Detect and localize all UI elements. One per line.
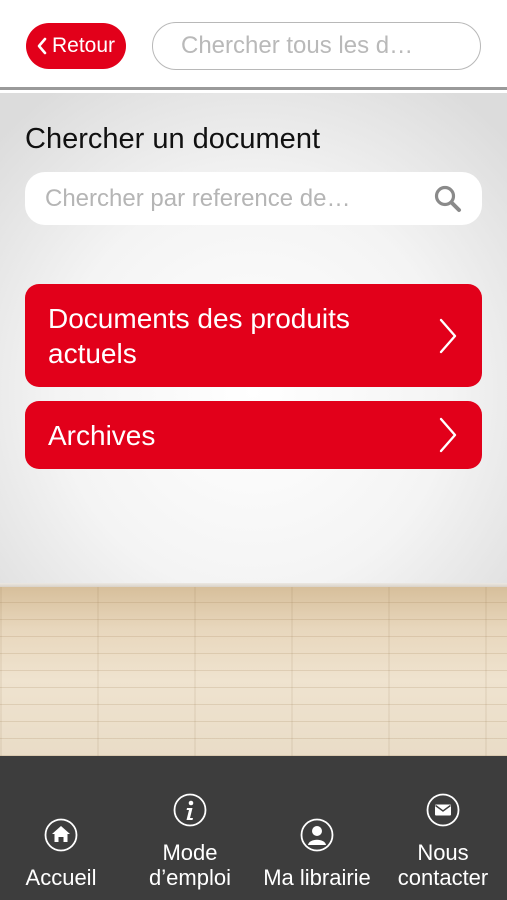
chevron-right-icon — [436, 314, 460, 358]
document-search-input[interactable] — [45, 184, 432, 213]
mail-icon — [426, 793, 460, 832]
search-icon[interactable] — [432, 183, 464, 215]
chevron-left-icon — [37, 37, 47, 55]
main-content: Chercher un document Documents des produ… — [0, 93, 507, 756]
back-button[interactable]: Retour — [26, 23, 126, 69]
chevron-right-icon — [436, 413, 460, 457]
tab-accueil[interactable]: Accueil — [6, 756, 116, 900]
tab-nous-contacter[interactable]: Nous contacter — [386, 756, 500, 900]
tab-accueil-label: Accueil — [25, 865, 97, 890]
home-icon — [44, 818, 78, 857]
tab-nous-contacter-label: Nous contacter — [397, 840, 489, 890]
document-search-field[interactable] — [25, 172, 482, 225]
current-product-documents-button[interactable]: Documents des produits actuels — [25, 284, 482, 387]
archives-label: Archives — [48, 419, 156, 451]
info-icon — [173, 793, 207, 832]
tab-ma-librairie-label: Ma librairie — [263, 865, 371, 890]
page-title: Chercher un document — [25, 123, 320, 155]
back-button-label: Retour — [51, 34, 116, 57]
tab-mode-emploi[interactable]: Mode d’emploi — [130, 756, 250, 900]
bottom-tab-bar: Accueil Mode d’emploi Ma librairie Nous … — [0, 756, 507, 900]
global-search-input[interactable] — [152, 22, 481, 70]
user-icon — [300, 818, 334, 857]
wood-floor-background — [0, 587, 507, 756]
archives-button[interactable]: Archives — [25, 401, 482, 469]
top-bar: Retour — [0, 0, 507, 90]
current-product-documents-label: Documents des produits actuels — [48, 302, 350, 369]
tab-mode-emploi-label: Mode d’emploi — [149, 840, 231, 890]
tab-ma-librairie[interactable]: Ma librairie — [254, 756, 380, 900]
